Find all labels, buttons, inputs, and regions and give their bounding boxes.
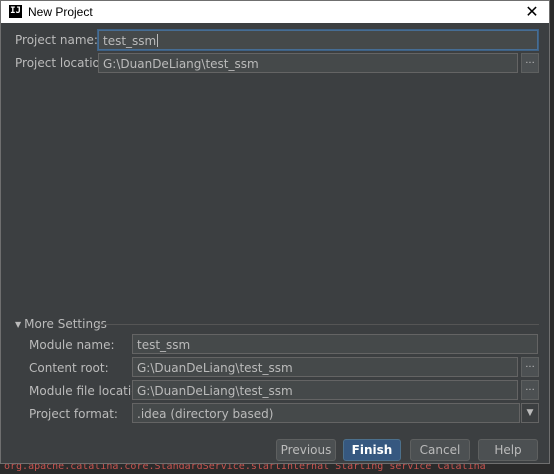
expanded-triangle-icon: ▼ — [15, 320, 22, 329]
content-root-input[interactable]: G:\DuanDeLiang\test_ssm — [132, 357, 518, 377]
project-name-value: test_ssm — [103, 34, 157, 48]
module-file-location-browse-button[interactable]: ... — [521, 380, 539, 400]
more-settings-toggle[interactable]: ▼ More Settings — [15, 317, 107, 331]
project-format-select[interactable]: .idea (directory based) — [132, 403, 520, 423]
project-name-label: Project name: — [15, 33, 98, 47]
module-name-label: Module name: — [29, 338, 115, 352]
previous-button[interactable]: Previous — [276, 439, 336, 461]
content-root-label: Content root: — [29, 361, 109, 375]
text-caret — [157, 34, 159, 47]
window-title: New Project — [28, 5, 93, 19]
project-name-input[interactable]: test_ssm — [98, 30, 538, 50]
project-location-input[interactable]: G:\DuanDeLiang\test_ssm — [98, 53, 518, 73]
module-file-location-input[interactable]: G:\DuanDeLiang\test_ssm — [132, 380, 518, 400]
cancel-button[interactable]: Cancel — [410, 439, 470, 461]
help-button[interactable]: Help — [478, 439, 538, 461]
title-bar[interactable]: IJ New Project ✕ — [1, 1, 549, 23]
project-location-browse-button[interactable]: ... — [521, 53, 539, 73]
module-name-input[interactable]: test_ssm — [132, 334, 538, 354]
finish-button[interactable]: Finish — [343, 439, 401, 461]
project-format-label: Project format: — [29, 407, 118, 421]
content-root-browse-button[interactable]: ... — [521, 357, 539, 377]
intellij-icon: IJ — [9, 5, 22, 18]
chevron-down-icon[interactable]: ▼ — [521, 403, 539, 423]
close-icon[interactable]: ✕ — [523, 2, 541, 22]
more-settings-separator — [95, 324, 539, 325]
new-project-dialog: IJ New Project ✕ Project name: test_ssm … — [0, 0, 550, 464]
